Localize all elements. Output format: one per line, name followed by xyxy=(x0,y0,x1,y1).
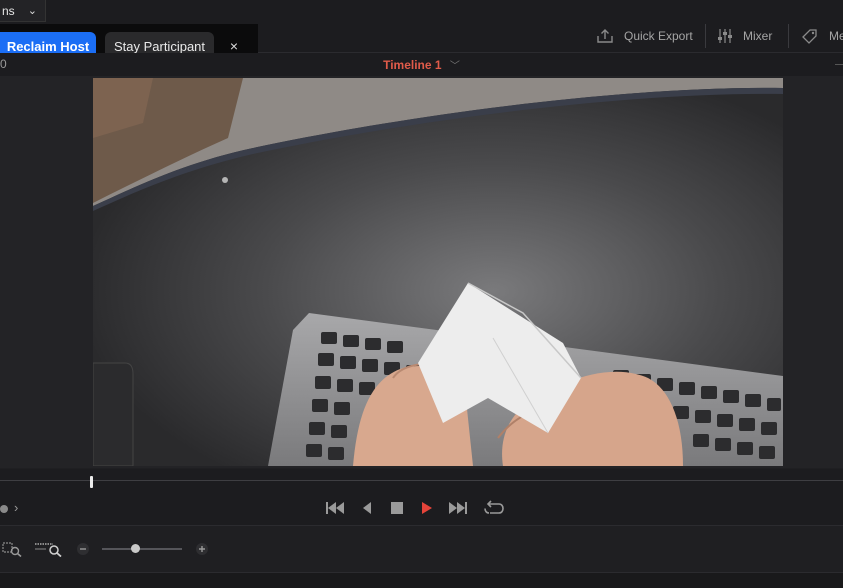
zoom-fit-button[interactable] xyxy=(2,541,22,562)
skip-to-end-icon xyxy=(449,502,467,514)
mixer-label: Mixer xyxy=(743,29,773,43)
zoom-in-icon xyxy=(196,543,208,555)
stop-button[interactable] xyxy=(387,500,407,516)
record-dot-icon[interactable] xyxy=(0,505,8,513)
metadata-button[interactable]: Me xyxy=(801,22,843,50)
video-frame xyxy=(93,78,783,466)
loop-icon xyxy=(484,500,504,514)
viewer-options-icon[interactable] xyxy=(835,64,843,75)
zoom-slider-knob[interactable] xyxy=(131,544,140,553)
stop-icon xyxy=(391,502,403,514)
quick-export-label: Quick Export xyxy=(624,29,693,43)
quick-export-button[interactable]: Quick Export xyxy=(596,22,693,50)
toolbar-divider xyxy=(788,24,789,48)
zoom-detail-button[interactable] xyxy=(34,541,62,562)
zoom-out-button[interactable] xyxy=(76,542,90,561)
zoom-menu-label: ns xyxy=(2,3,15,18)
play-button[interactable] xyxy=(417,500,437,516)
step-back-button[interactable] xyxy=(357,500,377,516)
mixer-icon xyxy=(718,29,732,43)
skip-to-start-button[interactable] xyxy=(325,500,345,516)
zoom-out-icon xyxy=(77,543,89,555)
tag-icon xyxy=(802,29,817,44)
toolbar-divider xyxy=(705,24,706,48)
video-image xyxy=(93,78,783,466)
metadata-label: Me xyxy=(829,29,843,43)
zoom-fit-icon xyxy=(2,542,22,558)
skip-to-start-icon xyxy=(326,502,344,514)
timeline-name: Timeline 1 xyxy=(383,58,442,72)
play-icon xyxy=(422,502,432,514)
zoom-menu-tab[interactable]: ns ⌄ xyxy=(0,0,46,22)
export-icon xyxy=(597,29,613,43)
bottom-status-strip xyxy=(0,572,843,588)
zoom-detail-icon xyxy=(35,543,62,558)
scrub-track xyxy=(0,480,843,481)
playhead-handle[interactable] xyxy=(90,476,93,488)
timeline-selector[interactable]: Timeline 1 ﹀ xyxy=(0,57,843,72)
mixer-button[interactable]: Mixer xyxy=(717,22,772,50)
skip-to-end-button[interactable] xyxy=(448,500,468,516)
step-back-icon xyxy=(363,502,371,514)
zoom-in-button[interactable] xyxy=(195,542,209,561)
zoom-slider-track[interactable] xyxy=(102,548,182,550)
scrub-bar[interactable] xyxy=(0,469,843,493)
chevron-down-icon: ⌄ xyxy=(27,5,37,17)
chevron-down-icon: ﹀ xyxy=(449,61,460,72)
chevron-right-icon[interactable]: › xyxy=(14,500,18,515)
loop-button[interactable] xyxy=(484,500,504,516)
